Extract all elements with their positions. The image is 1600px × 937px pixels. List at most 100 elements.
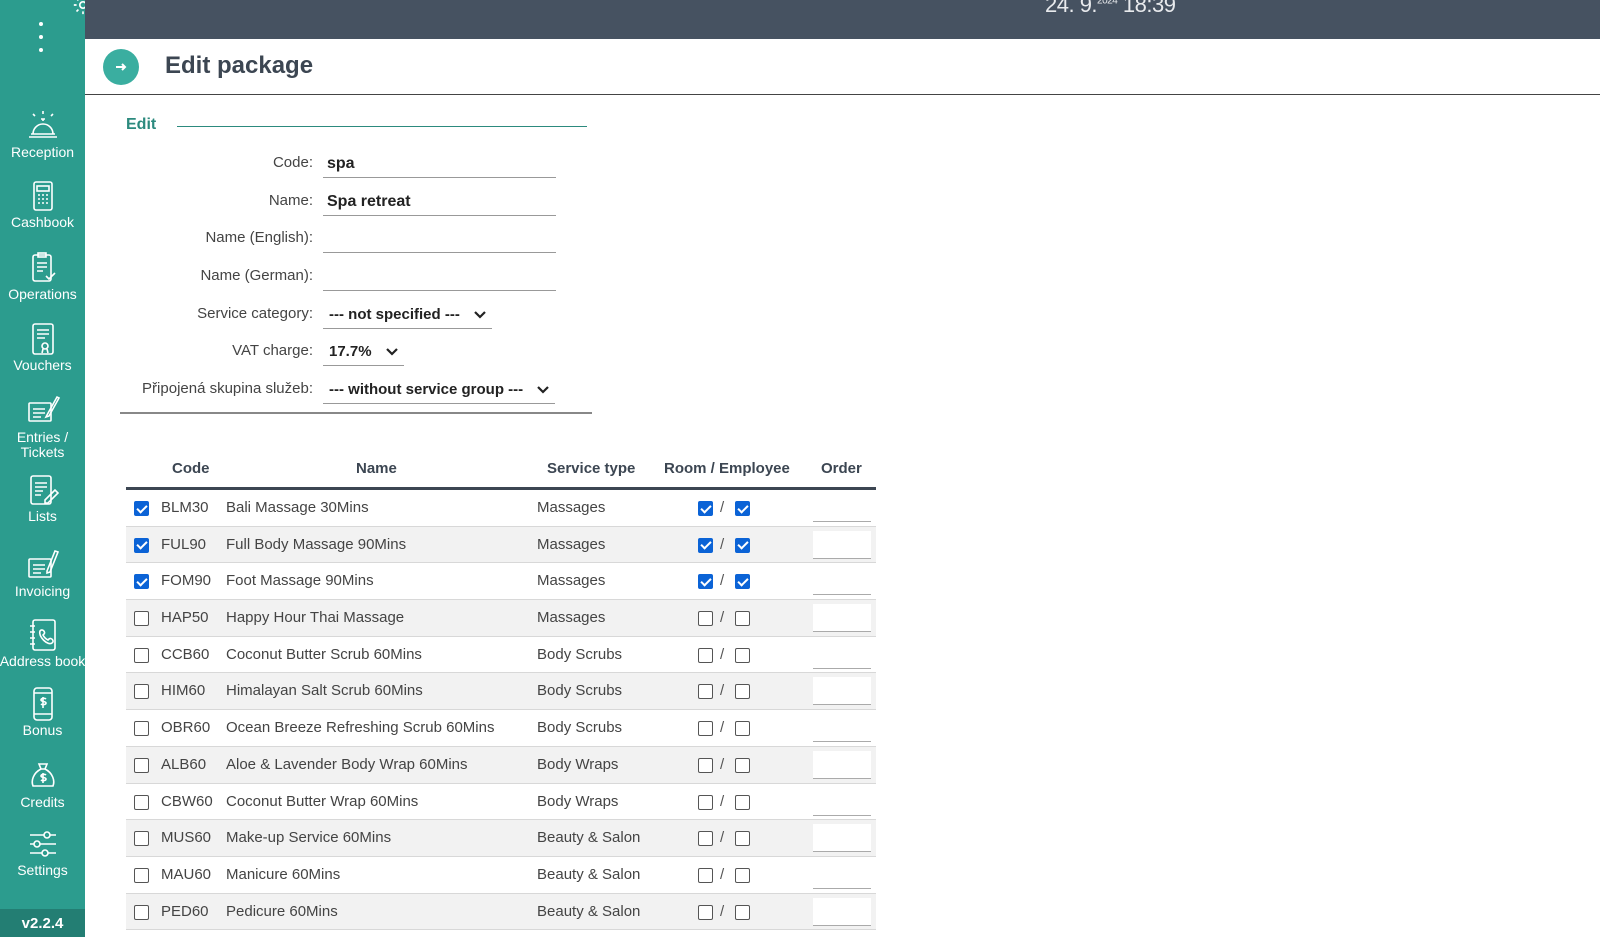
order-input[interactable] xyxy=(813,714,871,743)
cell-service-type: Body Scrubs xyxy=(537,719,623,737)
room-checkbox[interactable] xyxy=(698,611,713,627)
room-checkbox[interactable] xyxy=(698,684,713,700)
name-english-field[interactable] xyxy=(323,225,556,253)
order-input[interactable] xyxy=(813,750,871,779)
name-field[interactable] xyxy=(323,188,556,216)
room-checkbox[interactable] xyxy=(698,904,713,920)
room-checkbox[interactable] xyxy=(698,867,713,883)
sidebar-item-vouchers[interactable]: Vouchers xyxy=(0,321,85,372)
code-field[interactable] xyxy=(323,150,556,178)
sidebar-item-cashbook[interactable]: Cashbook xyxy=(0,178,85,229)
chevron-down-icon xyxy=(385,347,398,356)
form-row-service-group: Připojená skupina služeb: --- without se… xyxy=(118,374,598,408)
room-employee-separator: / xyxy=(720,609,725,627)
room-checkbox[interactable] xyxy=(698,501,713,516)
form-row-code: Code: xyxy=(118,148,598,182)
table-row: FOM90 Foot Massage 90Mins Massages / xyxy=(126,563,876,601)
cell-service-type: Beauty & Salon xyxy=(537,902,641,920)
include-checkbox[interactable] xyxy=(134,537,149,553)
include-checkbox[interactable] xyxy=(134,867,149,883)
reception-bell-icon xyxy=(28,111,57,138)
sidebar-item-credits[interactable]: Credits xyxy=(0,758,85,809)
room-employee-separator: / xyxy=(720,755,725,773)
employee-checkbox[interactable] xyxy=(735,757,750,773)
order-input[interactable] xyxy=(813,494,871,522)
back-button[interactable] xyxy=(103,49,139,85)
employee-checkbox[interactable] xyxy=(735,794,750,810)
service-group-label: Připojená skupina služeb: xyxy=(142,380,313,397)
room-checkbox[interactable] xyxy=(698,757,713,773)
name-german-field[interactable] xyxy=(323,263,556,291)
employee-checkbox[interactable] xyxy=(735,574,750,590)
include-checkbox[interactable] xyxy=(134,647,149,663)
order-input[interactable] xyxy=(813,677,871,706)
sidebar-item-entries-tickets[interactable]: Entries / Tickets xyxy=(0,393,85,459)
sidebar-item-settings[interactable]: Settings xyxy=(0,826,85,877)
order-input[interactable] xyxy=(813,787,871,816)
header-name: Name xyxy=(356,460,397,477)
order-input[interactable] xyxy=(813,567,871,596)
service-category-select[interactable]: --- not specified --- xyxy=(323,301,492,329)
sidebar-item-lists[interactable]: Lists xyxy=(0,472,85,523)
room-employee-separator: / xyxy=(720,792,725,810)
include-checkbox[interactable] xyxy=(134,794,149,810)
employee-checkbox[interactable] xyxy=(735,831,750,847)
include-checkbox[interactable] xyxy=(134,721,149,737)
include-checkbox[interactable] xyxy=(134,831,149,847)
order-input[interactable] xyxy=(813,604,871,633)
sidebar-item-invoicing[interactable]: Invoicing xyxy=(0,547,85,598)
order-input[interactable] xyxy=(813,897,871,926)
lists-icon xyxy=(29,475,59,505)
cell-code: MUS60 xyxy=(161,829,212,847)
room-employee-separator: / xyxy=(720,719,725,737)
sidebar-item-label: Bonus xyxy=(22,722,63,738)
vat-select[interactable]: 17.7% xyxy=(323,338,404,366)
vat-label: VAT charge: xyxy=(232,342,313,359)
include-checkbox[interactable] xyxy=(134,904,149,920)
include-checkbox[interactable] xyxy=(134,611,149,627)
include-checkbox[interactable] xyxy=(134,501,149,516)
service-category-value: --- not specified --- xyxy=(329,306,460,323)
cell-name: Himalayan Salt Scrub 60Mins xyxy=(226,682,423,700)
include-checkbox[interactable] xyxy=(134,574,149,590)
room-checkbox[interactable] xyxy=(698,537,713,553)
sidebar-item-bonus[interactable]: Bonus xyxy=(0,686,85,737)
cell-name: Aloe & Lavender Body Wrap 60Mins xyxy=(226,755,468,773)
more-menu-icon[interactable] xyxy=(34,22,48,52)
cell-code: BLM30 xyxy=(161,499,209,516)
room-checkbox[interactable] xyxy=(698,721,713,737)
room-checkbox[interactable] xyxy=(698,831,713,847)
arrow-right-icon xyxy=(116,63,127,71)
chevron-down-icon xyxy=(537,385,549,394)
service-group-select[interactable]: --- without service group --- xyxy=(323,376,556,404)
room-checkbox[interactable] xyxy=(698,574,713,590)
name-label: Name: xyxy=(268,192,313,209)
cell-code: HAP50 xyxy=(161,609,209,627)
employee-checkbox[interactable] xyxy=(735,501,750,516)
room-employee-separator: / xyxy=(720,535,725,553)
room-employee-separator: / xyxy=(720,682,725,700)
sidebar-item-reception[interactable]: Reception xyxy=(0,108,85,159)
order-input[interactable] xyxy=(813,530,871,559)
sidebar-item-operations[interactable]: Operations xyxy=(0,250,85,301)
employee-checkbox[interactable] xyxy=(735,684,750,700)
order-input[interactable] xyxy=(813,860,871,889)
order-input[interactable] xyxy=(813,824,871,853)
sidebar: Reception Cashbook Operations Vouchers E… xyxy=(0,0,100,937)
sidebar-item-address-book[interactable]: Address book xyxy=(0,617,85,668)
cell-code: FOM90 xyxy=(161,572,212,590)
order-input[interactable] xyxy=(813,640,871,669)
employee-checkbox[interactable] xyxy=(735,904,750,920)
service-category-label: Service category: xyxy=(197,305,313,322)
employee-checkbox[interactable] xyxy=(735,611,750,627)
table-row: MAU60 Manicure 60Mins Beauty & Salon / xyxy=(126,857,876,894)
employee-checkbox[interactable] xyxy=(735,721,750,737)
employee-checkbox[interactable] xyxy=(735,537,750,553)
room-checkbox[interactable] xyxy=(698,647,713,663)
cell-name: Make-up Service 60Mins xyxy=(226,829,392,847)
employee-checkbox[interactable] xyxy=(735,647,750,663)
include-checkbox[interactable] xyxy=(134,684,149,700)
room-checkbox[interactable] xyxy=(698,794,713,810)
employee-checkbox[interactable] xyxy=(735,867,750,883)
include-checkbox[interactable] xyxy=(134,757,149,773)
